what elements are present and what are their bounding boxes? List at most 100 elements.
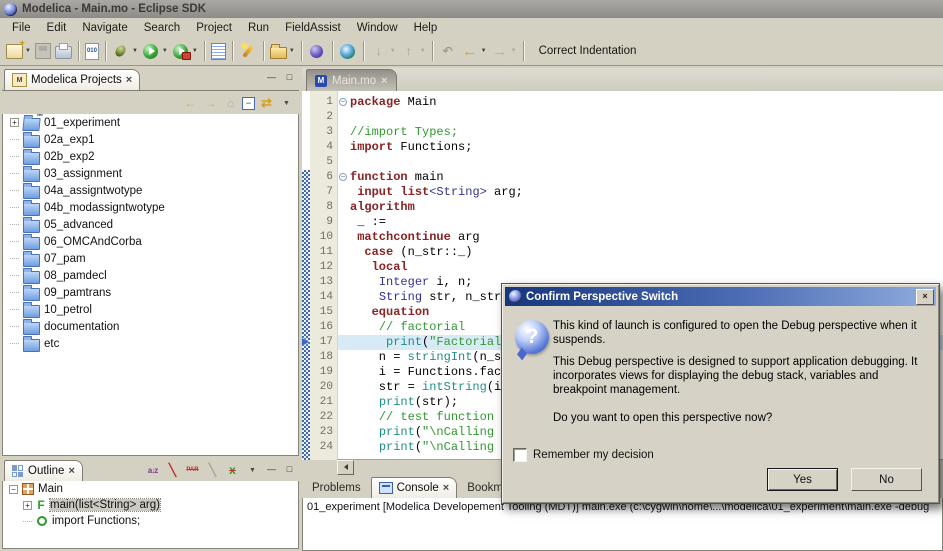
chevron-down-icon[interactable]: ▼: [289, 48, 295, 54]
tab-outline[interactable]: Outline ×: [4, 460, 83, 481]
tab-modelica-projects[interactable]: M Modelica Projects ×: [4, 69, 140, 90]
prev-annotation-button[interactable]: ↑▼: [399, 41, 427, 61]
web-browser-button[interactable]: [338, 41, 358, 61]
outline-item[interactable]: +Fmain(list<String> arg): [3, 497, 298, 513]
console-output[interactable]: 01_experiment [Modelica Developement Too…: [302, 498, 943, 551]
hide-imports-icon[interactable]: x: [224, 462, 241, 478]
back-icon[interactable]: ←: [182, 95, 199, 111]
next-annotation-button[interactable]: ↓▼: [369, 41, 397, 61]
print-button[interactable]: [54, 42, 73, 60]
new-wizard-button[interactable]: ▼: [5, 43, 32, 60]
save-button[interactable]: [34, 42, 52, 60]
forward-icon[interactable]: →: [202, 95, 219, 111]
menu-project[interactable]: Project: [188, 21, 240, 35]
perspective-orb-button[interactable]: [307, 41, 327, 61]
expander-plus-icon[interactable]: +: [23, 501, 32, 510]
remember-decision-checkbox[interactable]: [513, 448, 527, 462]
minimize-view-icon[interactable]: —: [264, 70, 279, 83]
menu-edit[interactable]: Edit: [39, 21, 75, 35]
link-with-editor-icon[interactable]: ⇄: [258, 95, 275, 111]
dialog-close-icon[interactable]: ×: [916, 289, 934, 305]
binary-file-button[interactable]: [84, 42, 100, 61]
chevron-down-icon[interactable]: ▼: [481, 48, 487, 54]
maximize-icon[interactable]: □: [282, 462, 297, 475]
menu-search[interactable]: Search: [136, 21, 188, 35]
no-button[interactable]: No: [851, 468, 922, 491]
search-torch-button[interactable]: [238, 41, 258, 61]
run-external-button[interactable]: ▼: [171, 41, 199, 61]
sort-icon[interactable]: a↓z: [144, 462, 161, 478]
correct-indentation-button[interactable]: Correct Indentation: [531, 43, 645, 59]
chevron-down-icon[interactable]: ▼: [390, 48, 396, 54]
chevron-down-icon[interactable]: ▼: [420, 48, 426, 54]
expander-plus-icon[interactable]: +: [10, 118, 19, 127]
tree-item-10_petrol[interactable]: 10_petrol: [3, 301, 298, 318]
code-line-3[interactable]: 3//import Types;: [302, 125, 943, 140]
hide-functions-icon[interactable]: ╲: [164, 462, 181, 478]
code-line-2[interactable]: 2: [302, 110, 943, 125]
chevron-down-icon[interactable]: ▼: [511, 48, 517, 54]
display-view-button[interactable]: [210, 42, 227, 61]
last-edit-location-button[interactable]: ↶: [438, 41, 458, 61]
tab-main-mo[interactable]: M Main.mo ×: [306, 69, 397, 91]
maximize-view-icon[interactable]: □: [282, 70, 297, 83]
fold-collapse-icon[interactable]: −: [339, 173, 347, 181]
outline-item[interactable]: −Main: [3, 481, 298, 497]
window-titlebar[interactable]: Modelica - Main.mo - Eclipse SDK: [0, 0, 943, 18]
code-line-1[interactable]: 1−package Main: [302, 95, 943, 110]
code-line-11[interactable]: 11 case (n_str::_): [302, 245, 943, 260]
close-icon[interactable]: ×: [68, 466, 74, 476]
code-line-12[interactable]: 12 local: [302, 260, 943, 275]
code-line-7[interactable]: 7 input list<String> arg;: [302, 185, 943, 200]
code-line-10[interactable]: 10 matchcontinue arg: [302, 230, 943, 245]
close-icon[interactable]: ×: [381, 76, 387, 86]
code-line-9[interactable]: 9 _ :=: [302, 215, 943, 230]
tree-item-etc[interactable]: etc: [3, 335, 298, 352]
chevron-down-icon[interactable]: ▼: [192, 48, 198, 54]
open-folder-button[interactable]: ▼: [269, 42, 296, 60]
dialog-titlebar[interactable]: Confirm Perspective Switch ×: [505, 287, 936, 306]
up-icon[interactable]: ⌂: [222, 95, 239, 111]
tree-item-08_pamdecl[interactable]: 08_pamdecl: [3, 267, 298, 284]
chevron-down-icon[interactable]: ▼: [162, 48, 168, 54]
code-line-6[interactable]: 6−function main: [302, 170, 943, 185]
hide-protected-icon[interactable]: ╲: [204, 462, 221, 478]
close-icon[interactable]: ×: [126, 75, 132, 85]
fold-collapse-icon[interactable]: −: [339, 98, 347, 106]
debug-button[interactable]: ▼: [111, 41, 139, 61]
menu-window[interactable]: Window: [349, 21, 406, 35]
tree-item-04b_modassigntwotype[interactable]: 04b_modassigntwotype: [3, 199, 298, 216]
outline-item[interactable]: import Functions;: [3, 513, 298, 529]
tree-item-documentation[interactable]: documentation: [3, 318, 298, 335]
tree-item-09_pamtrans[interactable]: 09_pamtrans: [3, 284, 298, 301]
hide-parameters-icon[interactable]: PAR: [184, 462, 201, 478]
code-line-4[interactable]: 4import Functions;: [302, 140, 943, 155]
run-button[interactable]: ▼: [141, 41, 169, 61]
tree-item-07_pam[interactable]: 07_pam: [3, 250, 298, 267]
collapse-all-icon[interactable]: −: [242, 97, 255, 110]
menu-help[interactable]: Help: [406, 21, 446, 35]
forward-button[interactable]: →▼: [490, 41, 518, 61]
chevron-down-icon[interactable]: ▼: [132, 48, 138, 54]
menu-fieldassist[interactable]: FieldAssist: [277, 21, 349, 35]
expander-minus-icon[interactable]: −: [9, 485, 18, 494]
yes-button[interactable]: Yes: [767, 468, 838, 491]
tree-item-06_OMCAndCorba[interactable]: 06_OMCAndCorba: [3, 233, 298, 250]
code-line-8[interactable]: 8algorithm: [302, 200, 943, 215]
view-menu-icon[interactable]: ▼: [244, 462, 261, 478]
tab-problems[interactable]: Problems: [304, 477, 369, 498]
tree-item-01_experiment[interactable]: +01_experiment: [3, 114, 298, 131]
tree-item-05_advanced[interactable]: 05_advanced: [3, 216, 298, 233]
scroll-left-arrow-icon[interactable]: [337, 460, 354, 475]
menu-file[interactable]: File: [4, 21, 39, 35]
tree-item-02a_exp1[interactable]: 02a_exp1: [3, 131, 298, 148]
back-button[interactable]: ←▼: [460, 41, 488, 61]
tree-item-03_assignment[interactable]: 03_assignment: [3, 165, 298, 182]
tree-item-02b_exp2[interactable]: 02b_exp2: [3, 148, 298, 165]
close-icon[interactable]: ×: [443, 483, 449, 493]
code-line-5[interactable]: 5: [302, 155, 943, 170]
tree-item-04a_assigntwotype[interactable]: 04a_assigntwotype: [3, 182, 298, 199]
menu-navigate[interactable]: Navigate: [74, 21, 135, 35]
minimize-icon[interactable]: —: [264, 462, 279, 475]
view-menu-icon[interactable]: ▼: [278, 95, 295, 111]
